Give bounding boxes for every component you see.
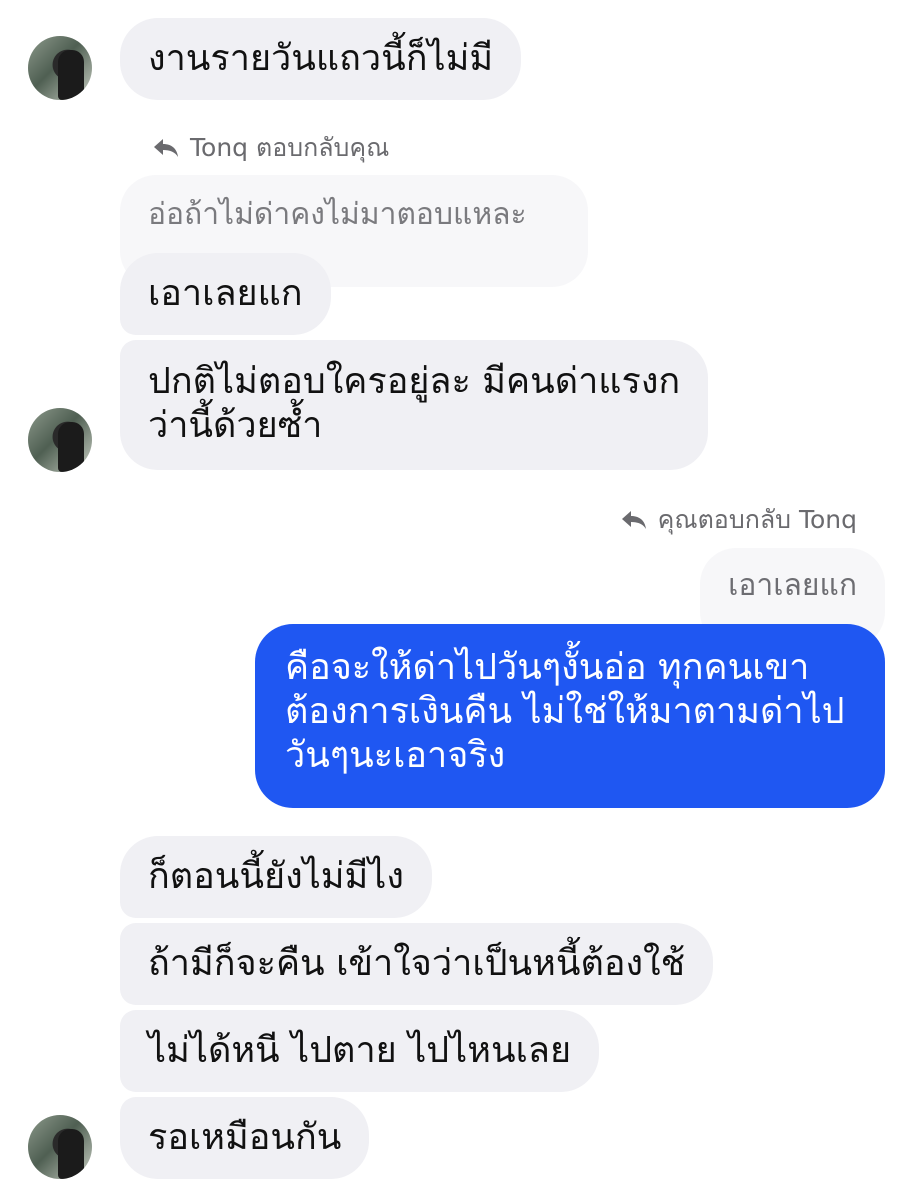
reply-indicator: คุณตอบกลับ Tonq — [620, 504, 857, 536]
message-text-line: ต้องการเงินคืน ไม่ใช่ให้มาตามด่าไป — [285, 691, 845, 732]
message-bubble[interactable]: รอเหมือนกัน — [120, 1097, 370, 1179]
message-text: เอาเลยแก — [148, 273, 303, 314]
contact-avatar[interactable] — [28, 36, 92, 100]
quoted-text: อ่อถ้าไม่ด่าคงไม่มาตอบแหละ — [148, 197, 527, 232]
reply-indicator: Tonq ตอบกลับคุณ — [152, 132, 389, 164]
reply-meta-text: คุณตอบกลับ Tonq — [657, 505, 857, 534]
reply-arrow-icon — [154, 139, 178, 157]
outgoing-message-bubble[interactable]: คือจะให้ด่าไปวันๆงั้นอ่อ ทุกคนเขา ต้องกา… — [255, 624, 885, 808]
reply-arrow-icon — [621, 511, 646, 529]
reply-meta-text: Tonq ตอบกลับคุณ — [190, 133, 390, 162]
message-bubble[interactable]: ปกติไม่ตอบใครอยู่ละ มีคนด่าแรงก ว่านี้ด้… — [120, 340, 709, 470]
message-text: รอเหมือนกัน — [148, 1117, 342, 1158]
message-text-line: ปกติไม่ตอบใครอยู่ละ มีคนด่าแรงก — [148, 361, 681, 402]
message-bubble[interactable]: งานรายวันแถวนี้ก็ไม่มี — [120, 18, 522, 100]
message-text-line: คือจะให้ด่าไปวันๆงั้นอ่อ ทุกคนเขา — [285, 647, 810, 688]
message-bubble[interactable]: ก็ตอนนี้ยังไม่มีไง — [120, 836, 432, 918]
message-bubble[interactable]: เอาเลยแก — [120, 253, 331, 335]
message-bubble[interactable]: ไม่ได้หนี ไปตาย ไปไหนเลย — [120, 1010, 600, 1092]
message-text: งานรายวันแถวนี้ก็ไม่มี — [148, 38, 494, 79]
avatar-figure — [58, 422, 84, 472]
message-text-line: ว่านี้ด้วยซ้ำ — [148, 405, 323, 446]
quoted-text: เอาเลยแก — [728, 568, 857, 603]
message-text: ไม่ได้หนี ไปตาย ไปไหนเลย — [148, 1030, 572, 1071]
message-text-line: วันๆนะเอาจริง — [285, 735, 506, 776]
avatar-figure — [58, 50, 84, 100]
message-bubble[interactable]: ถ้ามีก็จะคืน เข้าใจว่าเป็นหนี้ต้องใช้ — [120, 923, 714, 1005]
avatar-figure — [58, 1129, 84, 1179]
message-text: ถ้ามีก็จะคืน เข้าใจว่าเป็นหนี้ต้องใช้ — [148, 943, 686, 984]
contact-avatar[interactable] — [28, 1115, 92, 1179]
message-text: ก็ตอนนี้ยังไม่มีไง — [148, 856, 404, 897]
contact-avatar[interactable] — [28, 408, 92, 472]
